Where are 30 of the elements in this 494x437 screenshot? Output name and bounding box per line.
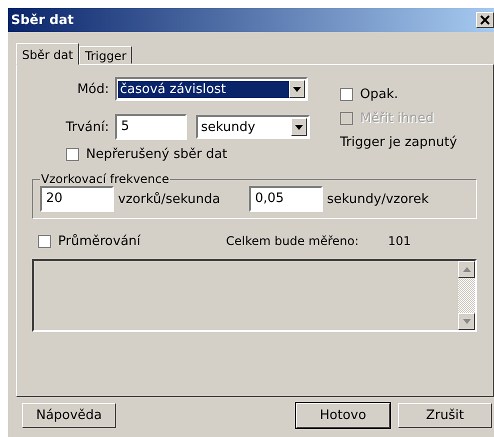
close-button[interactable] — [476, 12, 494, 28]
rate-unit: vzorků/sekunda — [118, 192, 222, 206]
group-legend: Vzorkovací frekvence — [40, 172, 170, 186]
dialog-button[interactable]: Zrušit — [398, 403, 492, 428]
scroll-down-icon[interactable] — [458, 313, 475, 330]
rate-field[interactable]: 20 — [40, 186, 114, 212]
tab[interactable]: Trigger — [79, 46, 132, 64]
duration-label: Trvání: — [64, 120, 109, 134]
period-field[interactable]: 0,05 — [249, 186, 323, 212]
checkbox-label: Nepřerušený sběr dat — [86, 147, 228, 162]
mode-label: Mód: — [76, 82, 109, 96]
total-value: 101 — [388, 234, 411, 248]
dialog-button[interactable]: Nápověda — [22, 403, 116, 428]
scrollbar[interactable] — [458, 261, 475, 330]
period-unit: sekundy/vzorek — [327, 192, 429, 206]
checkbox[interactable] — [38, 234, 51, 248]
scroll-up-icon[interactable] — [458, 261, 475, 278]
unit-dropdown[interactable]: sekundy — [196, 115, 310, 139]
checkbox[interactable] — [66, 148, 79, 161]
dialog-button[interactable]: Hotovo — [296, 403, 390, 428]
trigger-status: Trigger je zapnutý — [340, 135, 458, 150]
checkbox[interactable] — [340, 88, 353, 100]
list-box[interactable] — [32, 259, 477, 332]
window-title: Sběr dat — [11, 12, 74, 28]
duration-field[interactable]: 5 — [115, 114, 187, 140]
checkbox-label: Opak. — [360, 86, 398, 102]
tab[interactable]: Sběr dat — [16, 43, 80, 65]
checkbox-label: Průměrování — [58, 234, 142, 248]
total-label: Celkem bude měřeno: — [226, 234, 360, 248]
mode-dropdown[interactable]: časová závislost — [115, 77, 308, 101]
